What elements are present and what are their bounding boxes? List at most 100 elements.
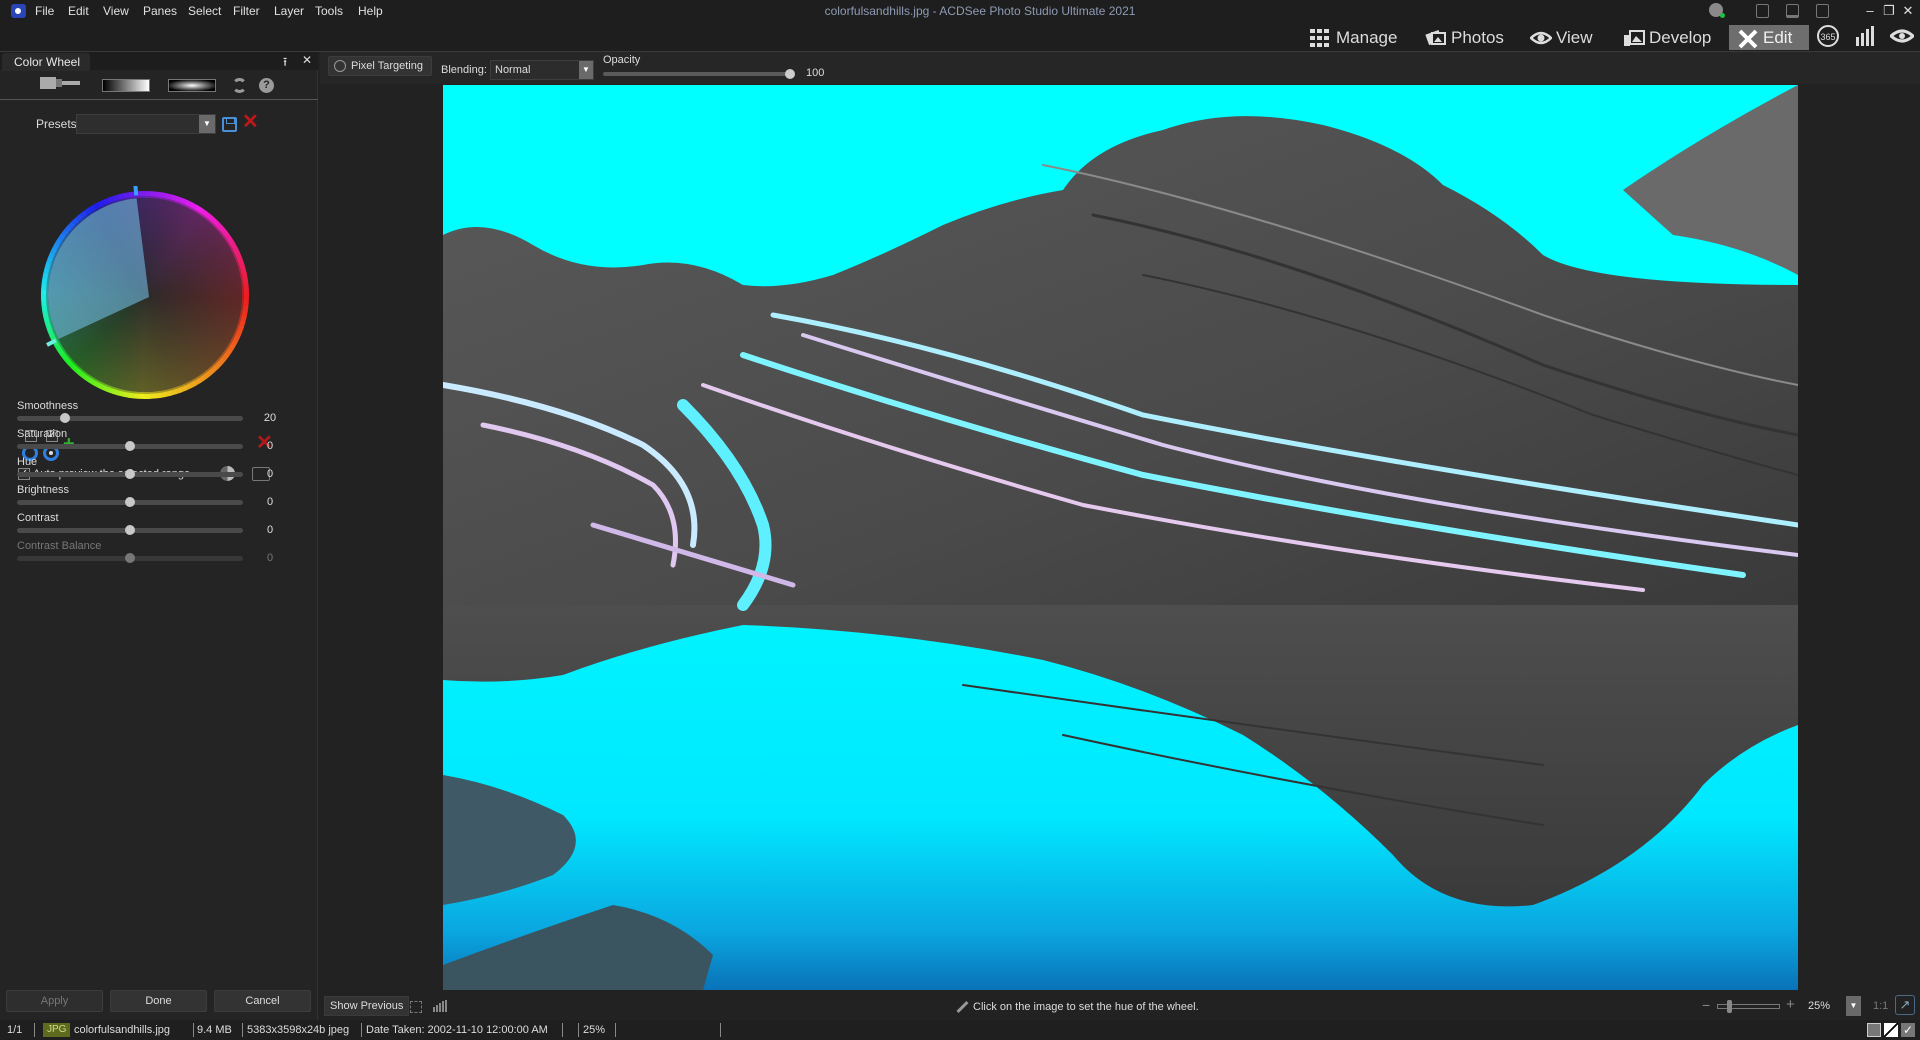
left-pane-toggle-icon[interactable] xyxy=(1756,4,1769,18)
color-wheel[interactable] xyxy=(36,186,254,404)
background-checked-icon[interactable]: ✓ xyxy=(1901,1023,1915,1037)
develop-icon xyxy=(1623,29,1645,47)
blending-dropdown[interactable]: Normal ▼ xyxy=(490,60,594,80)
range-handle[interactable] xyxy=(133,186,139,196)
save-preset-icon[interactable] xyxy=(222,117,237,132)
hint-message: Click on the image to set the hue of the… xyxy=(956,1001,1199,1013)
chevron-down-icon[interactable]: ▼ xyxy=(199,115,215,133)
chevron-down-icon[interactable]: ▼ xyxy=(579,61,593,79)
presets-dropdown[interactable]: ▼ xyxy=(76,114,216,134)
menu-filter[interactable]: Filter xyxy=(233,4,260,18)
zoom-out-icon[interactable]: − xyxy=(1702,997,1710,1013)
slider-label: Contrast xyxy=(17,512,59,524)
zoom-slider[interactable] xyxy=(1717,1000,1780,1013)
fit-to-window-icon[interactable]: ↗ xyxy=(1895,995,1915,1015)
menu-file[interactable]: File xyxy=(35,4,54,18)
edited-photo[interactable] xyxy=(443,85,1798,990)
mode-tab-manage[interactable]: Manage xyxy=(1302,25,1405,50)
opacity-slider-thumb[interactable] xyxy=(785,69,795,79)
slider-saturation[interactable]: Saturation 0 xyxy=(17,428,277,456)
slider-contrast[interactable]: Contrast 0 xyxy=(17,512,277,540)
slider-thumb[interactable] xyxy=(125,497,135,507)
delete-preset-icon[interactable]: ✕ xyxy=(242,112,259,132)
menu-bar: File Edit View Panes Select Filter Layer… xyxy=(0,0,1920,22)
actual-size-button[interactable]: 1:1 xyxy=(1873,1000,1888,1012)
mode-tab-label: Manage xyxy=(1336,27,1398,47)
color-wheel-panel: Color Wheel ⭱ ✕ ? Presets ▼ ✕ ✓ + xyxy=(0,52,318,1020)
mode-tab-label: View xyxy=(1556,27,1593,47)
separator xyxy=(242,1023,243,1037)
365-icon[interactable]: 365 xyxy=(1817,25,1839,47)
slider-smoothness[interactable]: Smoothness 20 xyxy=(17,400,277,428)
menu-edit[interactable]: Edit xyxy=(68,4,89,18)
menu-layer[interactable]: Layer xyxy=(274,4,304,18)
mode-tab-edit[interactable]: Edit xyxy=(1729,25,1809,50)
apply-button[interactable]: Apply xyxy=(6,990,103,1012)
zoom-dropdown[interactable]: 25% ▼ xyxy=(1806,996,1861,1016)
help-icon[interactable]: ? xyxy=(259,78,274,93)
separator xyxy=(615,1023,616,1037)
image-toolbar: Pixel Targeting Blending: Normal ▼ Opaci… xyxy=(320,52,1920,84)
slider-track[interactable] xyxy=(17,416,243,421)
menu-panes[interactable]: Panes xyxy=(143,4,177,18)
menu-tools[interactable]: Tools xyxy=(315,4,343,18)
format-badge: JPG xyxy=(43,1023,71,1037)
mode-tab-view[interactable]: View xyxy=(1522,25,1601,50)
slider-thumb[interactable] xyxy=(125,441,135,451)
mode-tab-photos[interactable]: Photos xyxy=(1417,25,1512,50)
slider-brightness[interactable]: Brightness 0 xyxy=(17,484,277,512)
slider-thumb[interactable] xyxy=(125,525,135,535)
slider-thumb[interactable] xyxy=(125,469,135,479)
slider-label: Brightness xyxy=(17,484,69,496)
image-canvas-area xyxy=(320,84,1920,994)
separator xyxy=(361,1023,362,1037)
close-panel-icon[interactable]: ✕ xyxy=(302,53,312,67)
background-split-icon[interactable] xyxy=(1884,1023,1898,1037)
slider-label: Smoothness xyxy=(17,400,79,412)
linear-gradient-icon[interactable] xyxy=(102,79,150,92)
app-logo-icon[interactable] xyxy=(11,4,26,18)
menu-select[interactable]: Select xyxy=(188,4,221,18)
restore-button[interactable]: ❐ xyxy=(1880,2,1898,20)
panel-tab-color-wheel[interactable]: Color Wheel xyxy=(2,53,90,71)
slider-value: 0 xyxy=(266,496,274,508)
close-window-button[interactable]: ✕ xyxy=(1899,2,1917,20)
reset-icon[interactable] xyxy=(232,78,247,93)
edit-tools-icon xyxy=(1737,29,1758,48)
right-pane-toggle-icon[interactable] xyxy=(1816,4,1829,18)
status-bar: 1/1 JPG colorfulsandhills.jpg 9.4 MB 538… xyxy=(0,1020,1920,1040)
ultimate-eye-icon[interactable] xyxy=(1888,25,1916,47)
bottom-pane-toggle-icon[interactable] xyxy=(1786,4,1799,18)
opacity-slider[interactable] xyxy=(603,69,795,79)
zoom-slider-thumb[interactable] xyxy=(1726,1000,1732,1013)
presets-label: Presets xyxy=(36,117,77,131)
panel-tab-bar: Color Wheel ⭱ ✕ xyxy=(0,52,318,71)
grid-icon xyxy=(1310,28,1330,47)
brush-icon[interactable] xyxy=(40,76,80,89)
chevron-down-icon[interactable]: ▼ xyxy=(1846,996,1861,1016)
opacity-label: Opacity xyxy=(603,54,641,66)
panel-toolbar: ? xyxy=(0,70,318,100)
slider-contrast-balance: Contrast Balance 0 xyxy=(17,540,277,568)
fullscreen-icon[interactable] xyxy=(410,1001,422,1013)
dashboard-chart-icon[interactable] xyxy=(1854,25,1876,47)
file-position: 1/1 xyxy=(7,1024,23,1036)
cancel-button[interactable]: Cancel xyxy=(214,990,311,1012)
histogram-icon[interactable] xyxy=(433,1000,447,1012)
slider-thumb[interactable] xyxy=(60,413,71,423)
background-gray-icon[interactable] xyxy=(1867,1023,1881,1037)
pixel-targeting-button[interactable]: Pixel Targeting xyxy=(328,56,432,76)
mode-tab-develop[interactable]: Develop xyxy=(1615,25,1719,50)
menu-view[interactable]: View xyxy=(103,4,129,18)
separator xyxy=(578,1023,579,1037)
menu-help[interactable]: Help xyxy=(358,4,383,18)
opacity-value: 100 xyxy=(806,67,825,79)
done-button[interactable]: Done xyxy=(110,990,207,1012)
zoom-in-icon[interactable]: + xyxy=(1786,996,1795,1013)
slider-hue[interactable]: Hue 0 xyxy=(17,456,277,484)
show-previous-button[interactable]: Show Previous xyxy=(324,996,410,1016)
radial-gradient-icon[interactable] xyxy=(168,79,216,92)
minimize-button[interactable]: – xyxy=(1861,2,1879,20)
account-icon[interactable] xyxy=(1709,3,1725,18)
window-title: colorfulsandhills.jpg - ACDSee Photo Stu… xyxy=(824,4,1136,18)
